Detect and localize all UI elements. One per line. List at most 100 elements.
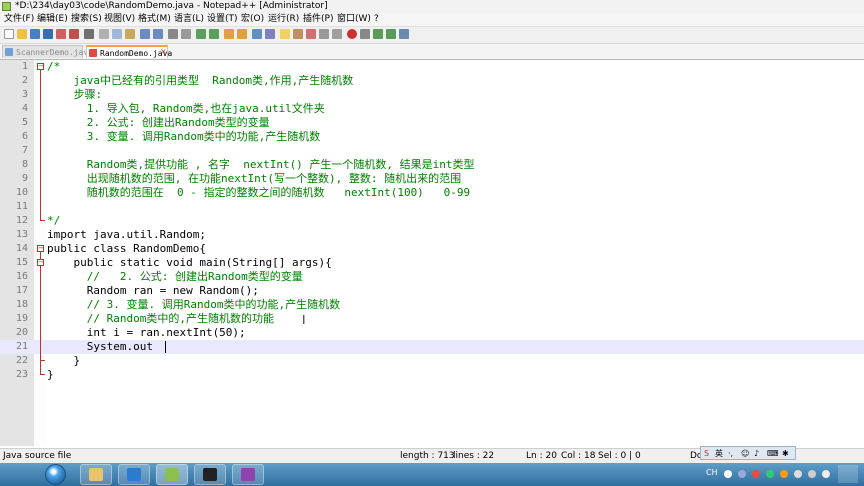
fold-toggle-icon[interactable]: −: [37, 259, 44, 266]
antivirus-icon[interactable]: [752, 470, 760, 478]
ime-s-icon[interactable]: S: [704, 448, 709, 459]
code-text: 步骤:: [47, 88, 103, 101]
input-language[interactable]: CH: [706, 468, 718, 477]
ime-english-icon[interactable]: 英: [715, 448, 723, 459]
show-all-chars-icon[interactable]: [265, 29, 275, 39]
undo-icon[interactable]: [140, 29, 150, 39]
doc-map-icon[interactable]: [319, 29, 329, 39]
paste-icon[interactable]: [125, 29, 135, 39]
line-number: 15: [15, 257, 28, 268]
play-macro-icon[interactable]: [373, 29, 383, 39]
stop-macro-icon[interactable]: [360, 29, 370, 39]
menu-format[interactable]: 格式(M): [138, 13, 171, 26]
menu-macro[interactable]: 宏(O): [241, 13, 264, 26]
code-line: 3 步骤:: [0, 88, 864, 102]
line-number: 17: [15, 285, 28, 296]
code-line: 17 Random ran = new Random();: [0, 284, 864, 298]
code-line: 19 // Random类中的,产生随机数的功能: [0, 312, 864, 326]
folder-workspace-icon[interactable]: [332, 29, 342, 39]
line-number: 7: [21, 145, 28, 156]
menu-file[interactable]: 文件(F): [4, 13, 34, 26]
ime-keyboard-icon[interactable]: ⌨: [767, 448, 779, 459]
sync-vertical-icon[interactable]: [224, 29, 234, 39]
code-line: 13 import java.util.Random;: [0, 228, 864, 242]
menu-run[interactable]: 运行(R): [268, 13, 299, 26]
replace-icon[interactable]: [181, 29, 191, 39]
line-number: 5: [21, 117, 28, 128]
language-icon[interactable]: [293, 29, 303, 39]
copy-icon[interactable]: [112, 29, 122, 39]
new-file-icon[interactable]: [4, 29, 14, 39]
run-macro-multiple-icon[interactable]: [386, 29, 396, 39]
function-list-icon[interactable]: [306, 29, 316, 39]
start-button-icon[interactable]: [45, 464, 66, 485]
ime-smile-icon[interactable]: ☺: [741, 448, 749, 459]
fold-end: [40, 374, 45, 375]
menu-settings[interactable]: 设置(T): [207, 13, 238, 26]
line-number: 2: [21, 75, 28, 86]
line-number: 4: [21, 103, 28, 114]
record-macro-icon[interactable]: [347, 29, 357, 39]
tab-randomdemo[interactable]: RandomDemo.java ✕: [86, 45, 172, 58]
cut-icon[interactable]: [99, 29, 109, 39]
title-bar: *D:\234\day03\code\RandomDemo.java - Not…: [0, 0, 864, 14]
zoom-in-icon[interactable]: [196, 29, 206, 39]
unsaved-file-icon: [89, 49, 97, 57]
code-line: 7: [0, 144, 864, 158]
code-text: public static void main(String[] args){: [47, 256, 332, 269]
taskbar-word[interactable]: [118, 464, 150, 485]
print-icon[interactable]: [84, 29, 94, 39]
ime-mic-icon[interactable]: ♪: [754, 448, 759, 459]
open-file-icon[interactable]: [17, 29, 27, 39]
menu-window[interactable]: 窗口(W): [337, 13, 371, 26]
windows-taskbar: CH: [0, 463, 864, 486]
ime-punct-icon[interactable]: ·,: [728, 448, 733, 459]
network-icon[interactable]: [808, 470, 816, 478]
indent-guide-icon[interactable]: [280, 29, 290, 39]
save-icon[interactable]: [30, 29, 40, 39]
fold-toggle-icon[interactable]: −: [37, 245, 44, 252]
close-tab-icon[interactable]: ✕: [161, 47, 166, 58]
code-text: 3. 变量. 调用Random类中的功能,产生随机数: [47, 130, 321, 143]
keyboard-icon[interactable]: [724, 470, 732, 478]
sync-horizontal-icon[interactable]: [237, 29, 247, 39]
menu-edit[interactable]: 编辑(E): [37, 13, 68, 26]
fold-toggle-icon[interactable]: −: [37, 63, 44, 70]
taskbar-winrar[interactable]: [232, 464, 264, 485]
close-all-icon[interactable]: [69, 29, 79, 39]
code-line: 22 }: [0, 354, 864, 368]
find-icon[interactable]: [168, 29, 178, 39]
menu-help[interactable]: ?: [374, 13, 379, 26]
code-line: 15 public static void main(String[] args…: [0, 256, 864, 270]
window-title: *D:\234\day03\code\RandomDemo.java - Not…: [15, 1, 328, 11]
help-icon[interactable]: [738, 470, 746, 478]
ime-toolbar[interactable]: S 英 ·, ☺ ♪ ⌨ ✱: [700, 446, 796, 460]
ime-settings-icon[interactable]: ✱: [782, 448, 789, 459]
taskbar-explorer[interactable]: [80, 464, 112, 485]
code-line: 10 随机数的范围在 0 - 指定的整数之间的随机数 nextInt(100) …: [0, 186, 864, 200]
word-wrap-icon[interactable]: [252, 29, 262, 39]
menu-search[interactable]: 搜索(S): [71, 13, 102, 26]
code-editor[interactable]: 1 /* 2 java中已经有的引用类型 Random类,作用,产生随机数 3 …: [0, 60, 864, 446]
menu-view[interactable]: 视图(V): [104, 13, 135, 26]
save-all-icon[interactable]: [43, 29, 53, 39]
code-line: 18 // 3. 变量. 调用Random类中的功能,产生随机数: [0, 298, 864, 312]
taskbar-cmd[interactable]: [194, 464, 226, 485]
zoom-out-icon[interactable]: [209, 29, 219, 39]
app-tray-icon[interactable]: [766, 470, 774, 478]
close-file-icon[interactable]: [56, 29, 66, 39]
taskbar-notepadpp[interactable]: [156, 464, 188, 485]
code-text: // 2. 公式: 创建出Random类型的变量: [47, 270, 303, 283]
line-count: lines : 22: [453, 451, 495, 461]
show-desktop-button[interactable]: [838, 465, 858, 483]
tab-scannerdemo[interactable]: ScannerDemo.java: [2, 45, 93, 58]
save-macro-icon[interactable]: [399, 29, 409, 39]
redo-icon[interactable]: [153, 29, 163, 39]
line-number: 20: [15, 327, 28, 338]
line-number: 18: [15, 299, 28, 310]
volume-icon[interactable]: [822, 470, 830, 478]
flag-icon[interactable]: [794, 470, 802, 478]
menu-plugins[interactable]: 插件(P): [303, 13, 333, 26]
menu-language[interactable]: 语言(L): [174, 13, 204, 26]
app-tray-icon[interactable]: [780, 470, 788, 478]
